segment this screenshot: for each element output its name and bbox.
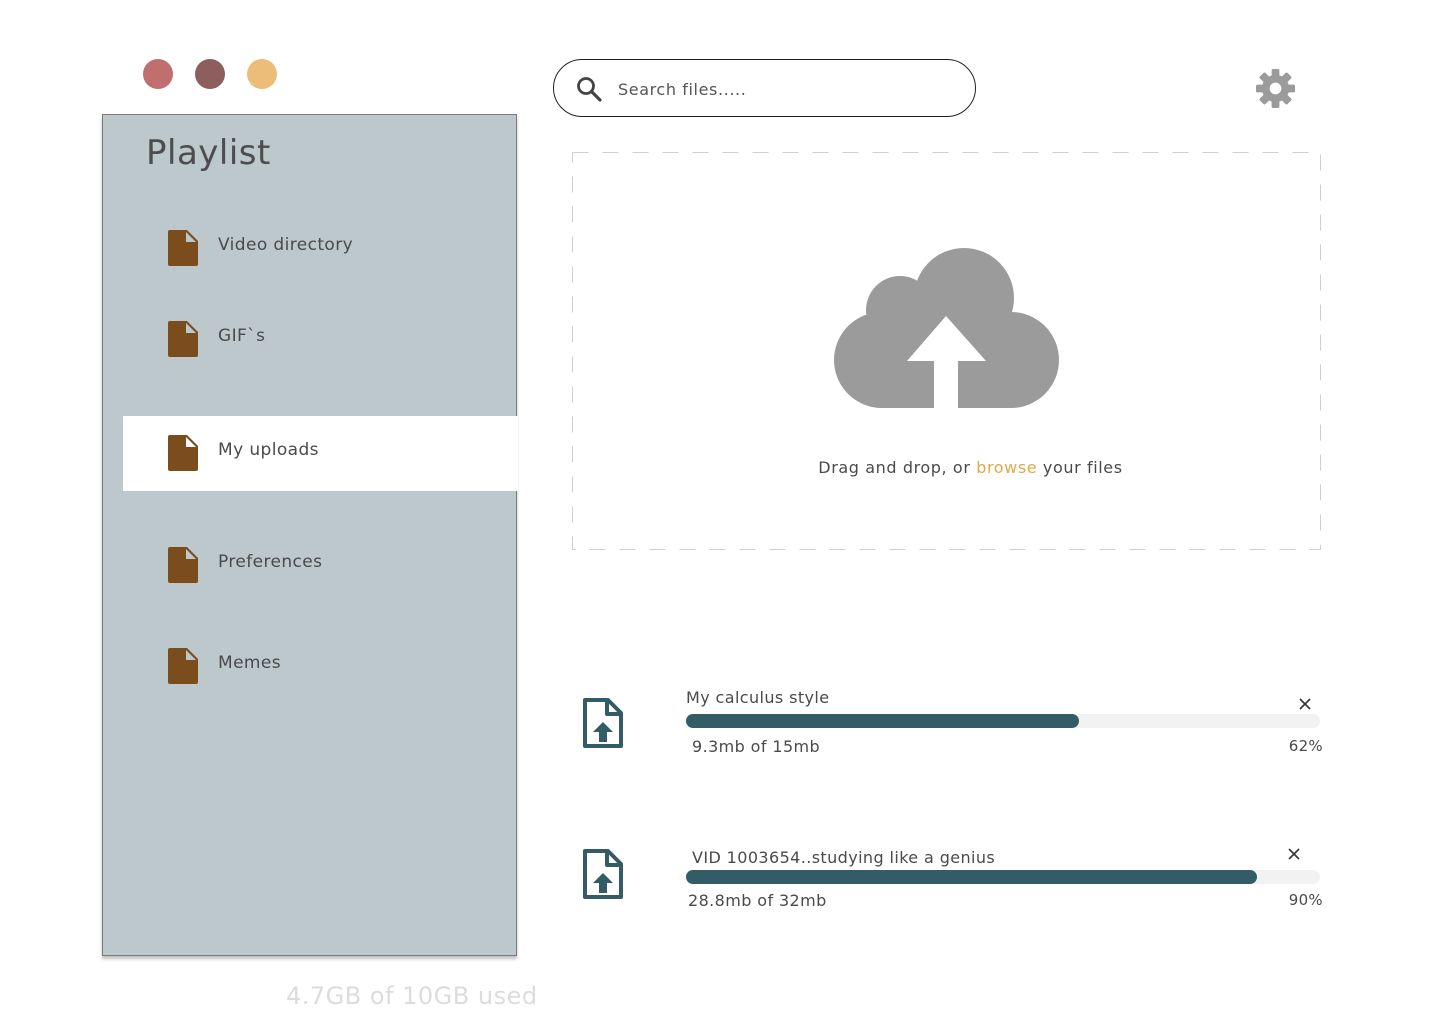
sidebar-item-gifs[interactable]: GIF`s [103, 302, 518, 377]
sidebar-title: Playlist [146, 133, 271, 173]
file-upload-icon [583, 698, 623, 748]
file-icon [168, 230, 198, 266]
file-upload-icon [583, 849, 623, 899]
dropzone-text-after: your files [1042, 458, 1123, 477]
browse-link[interactable]: browse [976, 458, 1037, 477]
sidebar-item-label: Memes [218, 653, 282, 673]
close-icon[interactable] [1298, 697, 1312, 711]
sidebar-item-label: Video directory [218, 235, 354, 255]
upload-percent: 62% [1288, 737, 1323, 755]
dropzone-text: Drag and drop, or browse your files [572, 458, 1369, 477]
storage-usage: 4.7GB of 10GB used [286, 982, 538, 1010]
file-upload-page: Playlist Video directory GIF`s My upload… [0, 0, 1440, 1024]
upload-file-name: VID 1003654..studying like a genius [692, 848, 996, 867]
upload-progress-track [686, 714, 1320, 728]
dropzone-text-before: Drag and drop, or [818, 458, 971, 477]
upload-size: 28.8mb of 32mb [688, 891, 827, 910]
upload-item: My calculus style 9.3mb of 15mb 62% [582, 688, 1327, 777]
sidebar-item-memes[interactable]: Memes [103, 629, 518, 704]
sidebar-item-video-directory[interactable]: Video directory [103, 211, 518, 286]
search-icon [577, 77, 602, 102]
upload-progress-track [686, 870, 1320, 884]
sidebar: Playlist Video directory GIF`s My upload… [102, 114, 518, 956]
file-icon [168, 547, 198, 583]
window-minimize-dot[interactable] [195, 59, 225, 89]
sidebar-item-label: GIF`s [218, 326, 266, 346]
file-icon [168, 321, 198, 357]
upload-percent: 90% [1288, 891, 1323, 909]
cloud-upload-icon [834, 248, 1059, 408]
close-icon[interactable] [1287, 847, 1301, 861]
upload-size: 9.3mb of 15mb [692, 737, 821, 756]
file-icon [168, 435, 198, 471]
search-bar [553, 59, 976, 117]
gear-icon[interactable] [1256, 69, 1295, 108]
window-close-dot[interactable] [143, 59, 173, 89]
sidebar-item-preferences[interactable]: Preferences [103, 528, 518, 603]
upload-file-name: My calculus style [686, 688, 830, 707]
upload-item: VID 1003654..studying like a genius 28.8… [582, 848, 1327, 928]
search-input[interactable] [616, 72, 950, 106]
file-dropzone[interactable]: Drag and drop, or browse your files [572, 152, 1321, 550]
sidebar-item-label: My uploads [218, 440, 319, 460]
file-icon [168, 648, 198, 684]
upload-progress-fill [686, 714, 1080, 728]
upload-progress-fill [686, 870, 1257, 884]
sidebar-item-label: Preferences [218, 552, 323, 572]
sidebar-item-my-uploads[interactable]: My uploads [123, 416, 518, 491]
window-maximize-dot[interactable] [247, 59, 277, 89]
